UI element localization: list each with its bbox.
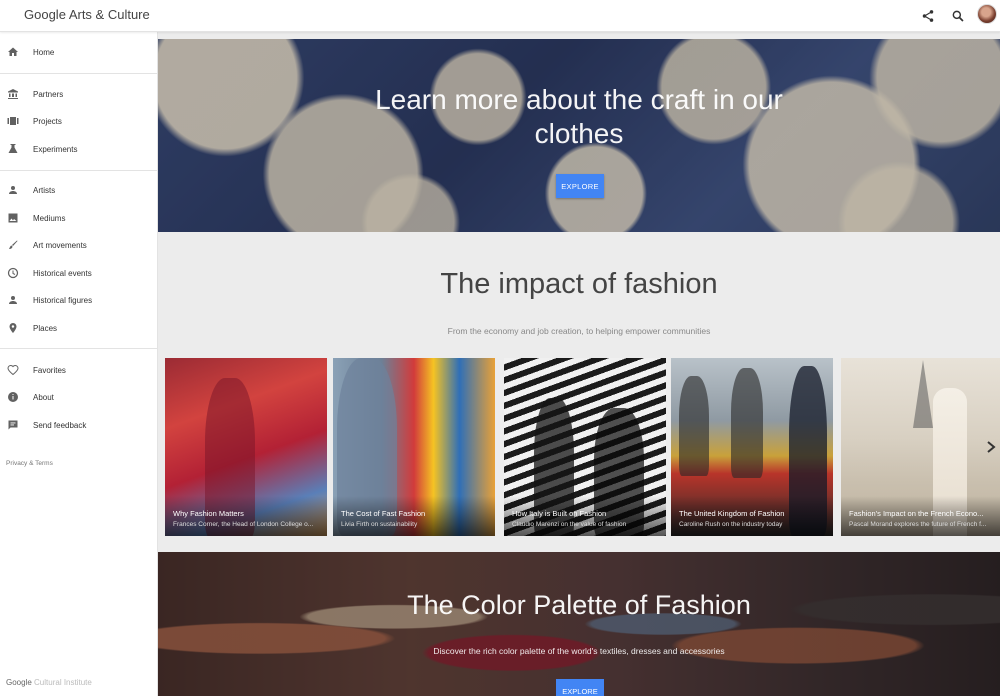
footer-google: Google <box>6 678 32 687</box>
home-icon <box>6 45 20 59</box>
sidebar-item-experiments[interactable]: Experiments <box>0 136 157 162</box>
divider <box>0 348 157 349</box>
runway-title: The Color Palette of Fashion <box>407 590 751 620</box>
story-card[interactable]: The United Kingdom of Fashion Caroline R… <box>671 358 833 536</box>
section-title: The impact of fashion <box>440 268 718 300</box>
card-title: How Italy is Built on Fashion <box>512 509 607 518</box>
card-title: Why Fashion Matters <box>173 509 244 518</box>
image-icon <box>6 211 20 225</box>
hero-banner[interactable]: Learn more about the craft in our clothe… <box>158 39 1000 232</box>
sidebar-item-label: Partners <box>33 89 64 99</box>
sidebar-item-label: Artists <box>33 185 56 195</box>
info-icon <box>6 390 20 404</box>
privacy-terms-link[interactable]: Privacy & Terms <box>6 460 53 467</box>
sidebar-item-send-feedback[interactable]: Send feedback <box>0 412 157 438</box>
projects-icon <box>6 114 20 128</box>
sidebar-item-historical-figures[interactable]: Historical figures <box>0 287 157 313</box>
sidebar-item-label: Send feedback <box>33 420 87 430</box>
sidebar-item-label: Historical events <box>33 268 92 278</box>
sidebar-item-favorites[interactable]: Favorites <box>0 357 157 383</box>
divider <box>0 170 157 171</box>
footer-cultural-institute: Cultural Institute <box>34 678 92 687</box>
sidebar-item-mediums[interactable]: Mediums <box>0 205 157 231</box>
sidebar-item-projects[interactable]: Projects <box>0 108 157 134</box>
sidebar-item-places[interactable]: Places <box>0 315 157 341</box>
sidebar-item-label: Home <box>33 47 55 57</box>
pin-icon <box>6 321 20 335</box>
runway-explore-button[interactable]: EXPLORE <box>556 679 604 696</box>
person-icon <box>6 183 20 197</box>
sidebar-item-label: Favorites <box>33 365 66 375</box>
card-subtitle: Caroline Rush on the industry today <box>679 521 783 528</box>
card-title: Fashion's Impact on the French Econo... <box>849 509 984 518</box>
footer-brand[interactable]: Google Cultural Institute <box>6 678 92 687</box>
card-image <box>731 368 763 478</box>
sidebar-item-label: Experiments <box>33 144 78 154</box>
sidebar-item-label: Places <box>33 323 58 333</box>
card-subtitle: Claudio Marenzi on the value of fashion <box>512 521 627 528</box>
avatar[interactable] <box>977 4 997 24</box>
runway-subtitle: Discover the rich color palette of the w… <box>433 646 725 656</box>
hero-title: Learn more about the craft in our clothe… <box>375 84 783 149</box>
story-card[interactable]: The Cost of Fast Fashion Livia Firth on … <box>333 358 495 536</box>
share-icon[interactable] <box>918 6 938 26</box>
runway-banner[interactable]: The Color Palette of Fashion Discover th… <box>158 552 1000 696</box>
hero-explore-button[interactable]: EXPLORE <box>556 174 604 198</box>
main-content: Learn more about the craft in our clothe… <box>158 32 1000 696</box>
card-title: The United Kingdom of Fashion <box>679 509 785 518</box>
flask-icon <box>6 142 20 156</box>
sidebar-item-label: Projects <box>33 116 62 126</box>
sidebar-item-label: About <box>33 392 54 402</box>
section-subtitle: From the economy and job creation, to he… <box>447 326 711 336</box>
sidebar-item-art-movements[interactable]: Art movements <box>0 232 157 258</box>
person-icon <box>6 293 20 307</box>
sidebar-item-historical-events[interactable]: Historical events <box>0 260 157 286</box>
story-card[interactable]: How Italy is Built on Fashion Claudio Ma… <box>504 358 666 536</box>
sidebar: Home Partners Projects Experiments Artis… <box>0 32 158 696</box>
sidebar-item-artists[interactable]: Artists <box>0 177 157 203</box>
sidebar-item-label: Mediums <box>33 213 66 223</box>
heart-icon <box>6 363 20 377</box>
feedback-icon <box>6 418 20 432</box>
card-title: The Cost of Fast Fashion <box>341 509 426 518</box>
brush-icon <box>6 238 20 252</box>
card-subtitle: Livia Firth on sustainability <box>341 521 418 528</box>
search-icon[interactable] <box>948 6 968 26</box>
card-image <box>679 376 709 476</box>
top-bar: Google Arts & Culture <box>0 0 1000 32</box>
app-brand[interactable]: Google Arts & Culture <box>24 7 150 22</box>
museum-icon <box>6 87 20 101</box>
sidebar-item-about[interactable]: About <box>0 384 157 410</box>
chevron-right-icon[interactable] <box>984 440 998 454</box>
divider <box>0 73 157 74</box>
sidebar-item-label: Historical figures <box>33 295 93 305</box>
card-image <box>913 360 933 428</box>
card-subtitle: Pascal Morand explores the future of Fre… <box>849 521 987 528</box>
clock-icon <box>6 266 20 280</box>
sidebar-item-label: Art movements <box>33 240 87 250</box>
sidebar-item-home[interactable]: Home <box>0 39 157 65</box>
story-card[interactable]: Fashion's Impact on the French Econo... … <box>841 358 1000 536</box>
sidebar-item-partners[interactable]: Partners <box>0 81 157 107</box>
story-card[interactable]: Why Fashion Matters Frances Corner, the … <box>165 358 327 536</box>
card-subtitle: Frances Corner, the Head of London Colle… <box>173 521 314 528</box>
